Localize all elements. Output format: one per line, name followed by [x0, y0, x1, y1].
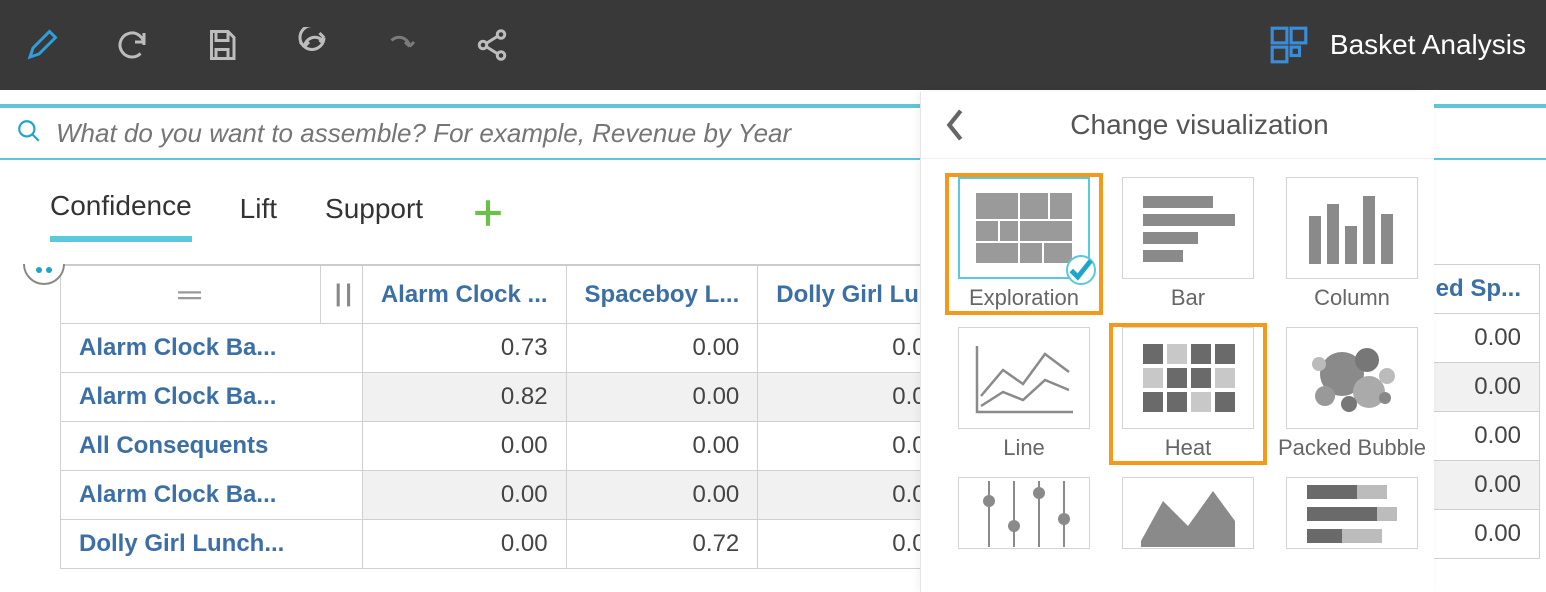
top-toolbar: Basket Analysis [0, 0, 1546, 90]
undo-button[interactable] [290, 23, 334, 67]
viz-option-bar[interactable]: Bar [1113, 177, 1263, 311]
viz-option-stacked-bar[interactable] [1277, 477, 1427, 549]
treemap-icon [969, 186, 1079, 271]
viz-option-heat[interactable]: Heat [1113, 327, 1263, 461]
viz-option-point[interactable] [949, 477, 1099, 549]
dashboard-icon[interactable] [1268, 24, 1310, 66]
data-table[interactable]: ═ || Alarm Clock ... Spaceboy L... Dolly… [60, 264, 1065, 569]
panel-title: Change visualization [989, 109, 1410, 141]
redo-button[interactable] [380, 23, 424, 67]
refresh-button[interactable] [110, 23, 154, 67]
column-chart-icon [1297, 186, 1407, 271]
viz-option-area[interactable] [1113, 477, 1263, 549]
viz-option-column[interactable]: Column [1277, 177, 1427, 311]
table-row: All Consequents0.000.000.00 [61, 422, 1065, 471]
column-header[interactable]: ed Sp... [1417, 265, 1539, 314]
back-icon[interactable] [945, 108, 965, 142]
share-button[interactable] [470, 23, 514, 67]
table-row: Alarm Clock Ba...0.820.000.00 [61, 373, 1065, 422]
add-tab-button[interactable] [471, 196, 505, 237]
line-chart-icon [969, 336, 1079, 421]
page-title[interactable]: Basket Analysis [1330, 29, 1526, 61]
tab-lift[interactable]: Lift [240, 193, 277, 239]
edit-button[interactable] [20, 23, 64, 67]
column-header[interactable]: Alarm Clock ... [362, 265, 566, 324]
data-table-overflow[interactable]: ed Sp... 0.00 0.00 0.00 0.00 0.00 [1417, 264, 1540, 559]
column-header[interactable]: Spaceboy L... [566, 265, 758, 324]
change-visualization-panel: Change visualization Exploration [920, 92, 1434, 592]
tab-confidence[interactable]: Confidence [50, 190, 192, 242]
row-slider-handle[interactable] [22, 262, 66, 297]
area-chart-icon [1133, 477, 1243, 549]
bar-chart-icon [1133, 186, 1243, 271]
heatmap-icon [1133, 336, 1243, 421]
stacked-bar-icon [1297, 477, 1407, 549]
save-button[interactable] [200, 23, 244, 67]
column-drag-icon[interactable]: || [331, 282, 352, 309]
row-drag-icon[interactable]: ═ [79, 276, 302, 313]
viz-option-packed-bubble[interactable]: Packed Bubble [1277, 327, 1427, 461]
packed-bubble-icon [1297, 336, 1407, 421]
table-row: Dolly Girl Lunch...0.000.720.00 [61, 520, 1065, 569]
search-icon [16, 118, 42, 149]
point-chart-icon [969, 477, 1079, 549]
viz-option-line[interactable]: Line [949, 327, 1099, 461]
table-row: Alarm Clock Ba...0.730.000.00 [61, 324, 1065, 373]
tab-support[interactable]: Support [325, 193, 423, 239]
checkmark-icon [1066, 255, 1096, 285]
table-row: Alarm Clock Ba...0.000.000.00 [61, 471, 1065, 520]
viz-option-exploration[interactable]: Exploration [949, 177, 1099, 311]
